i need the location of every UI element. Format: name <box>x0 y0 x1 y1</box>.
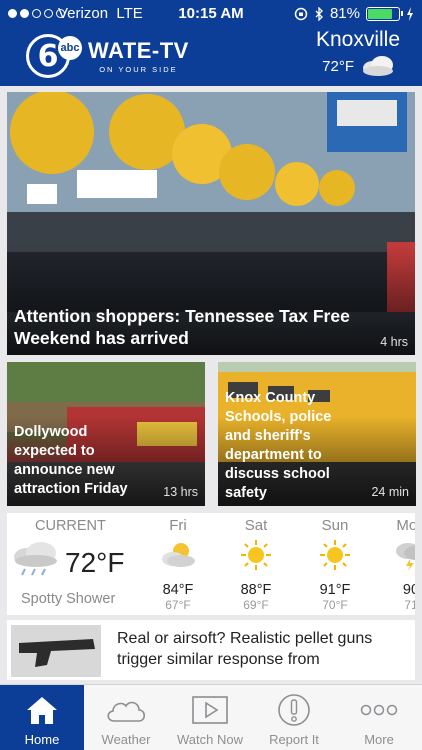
hero-age: 4 hrs <box>380 335 408 349</box>
status-right: 81% <box>294 5 414 22</box>
forecast-day[interactable]: Fri 84°F 67°F <box>138 513 218 615</box>
abc-badge: abc <box>58 36 82 60</box>
tab-label: Report It <box>269 732 319 747</box>
play-icon <box>192 696 228 724</box>
story-age: 13 hrs <box>163 485 198 499</box>
cloud-icon <box>363 56 393 76</box>
bluetooth-icon <box>315 6 323 21</box>
forecast-day-name: Sun <box>321 517 349 534</box>
tab-label: Weather <box>101 732 151 747</box>
home-icon <box>27 697 57 724</box>
forecast-day-name: Sat <box>244 517 268 534</box>
forecast-high: 90 <box>402 582 415 598</box>
pellet-gun-icon <box>11 625 101 677</box>
forecast-day-name: Fri <box>169 517 187 534</box>
hero-story[interactable]: Attention shoppers: Tennessee Tax Free W… <box>7 92 415 355</box>
alert-icon <box>278 694 310 726</box>
forecast-low: 69°F <box>243 598 269 612</box>
tab-home[interactable]: Home <box>0 685 84 750</box>
tab-watch-now[interactable]: Watch Now <box>168 685 252 750</box>
hero-title: Attention shoppers: Tennessee Tax Free W… <box>14 306 350 348</box>
charging-icon <box>407 6 413 21</box>
battery-icon <box>366 6 403 21</box>
tab-label: Home <box>24 732 60 747</box>
forecast-day[interactable]: Mon 90 71 <box>371 513 415 615</box>
forecast-low: 67°F <box>165 598 191 612</box>
battery-percent: 81% <box>329 5 360 22</box>
app-header: 6 abc WATE-TV ON YOUR SIDE Knoxville 72°… <box>0 28 422 86</box>
tab-label: More <box>364 732 394 747</box>
story-title: Knox County Schools, police and sheriff'… <box>225 390 332 501</box>
forecast-day-name: Mon <box>396 517 415 534</box>
current-condition: Spotty Shower <box>21 591 116 607</box>
current-temperature: 72°F <box>65 547 125 578</box>
story-title: Dollywood expected to announce new attra… <box>14 424 128 497</box>
forecast-low: 70°F <box>322 598 348 612</box>
tab-more[interactable]: More <box>336 685 422 750</box>
story-age: 24 min <box>371 485 409 499</box>
tab-label: Watch Now <box>177 732 243 747</box>
forecast-high: 84°F <box>162 582 194 598</box>
news-list-item[interactable]: Real or airsoft? Realistic pellet guns t… <box>7 620 415 680</box>
header-temperature[interactable]: 72°F <box>322 58 354 75</box>
more-icon <box>360 704 398 716</box>
partly-cloudy-icon <box>162 543 195 567</box>
rotation-lock-icon <box>294 7 308 20</box>
battery-fill <box>368 8 393 19</box>
forecast-high: 88°F <box>240 582 272 598</box>
status-bar: Verizon LTE 10:15 AM 81% <box>0 0 422 28</box>
current-label: CURRENT <box>35 518 106 534</box>
current-conditions[interactable]: CURRENT 72°F Spotty Shower <box>7 513 137 615</box>
weather-strip[interactable]: CURRENT 72°F Spotty Shower Fri 84°F 67°F… <box>7 513 415 615</box>
tab-bar: Home Weather Watch Now Report It More <box>0 684 422 750</box>
station-logo[interactable]: 6 abc WATE-TV ON YOUR SIDE <box>26 34 189 78</box>
tab-report-it[interactable]: Report It <box>252 685 336 750</box>
news-title: Real or airsoft? Realistic pellet guns t… <box>117 630 373 668</box>
forecast-day[interactable]: Sun 91°F 70°F <box>295 513 375 615</box>
forecast-day[interactable]: Sat 88°F 69°F <box>216 513 296 615</box>
news-thumbnail <box>11 625 101 677</box>
story-card[interactable]: Knox County Schools, police and sheriff'… <box>218 362 416 506</box>
location-city[interactable]: Knoxville <box>316 28 400 52</box>
sunny-icon <box>320 540 350 570</box>
rain-cloud-icon <box>14 542 57 576</box>
sunny-icon <box>241 540 271 570</box>
storm-icon <box>396 543 415 571</box>
forecast-high: 91°F <box>319 582 351 598</box>
forecast-low: 71 <box>404 598 415 612</box>
station-name: WATE-TV <box>88 38 189 63</box>
station-tagline: ON YOUR SIDE <box>99 65 178 74</box>
tab-weather[interactable]: Weather <box>84 685 168 750</box>
cloud-icon <box>107 701 146 722</box>
story-card[interactable]: Dollywood expected to announce new attra… <box>7 362 205 506</box>
